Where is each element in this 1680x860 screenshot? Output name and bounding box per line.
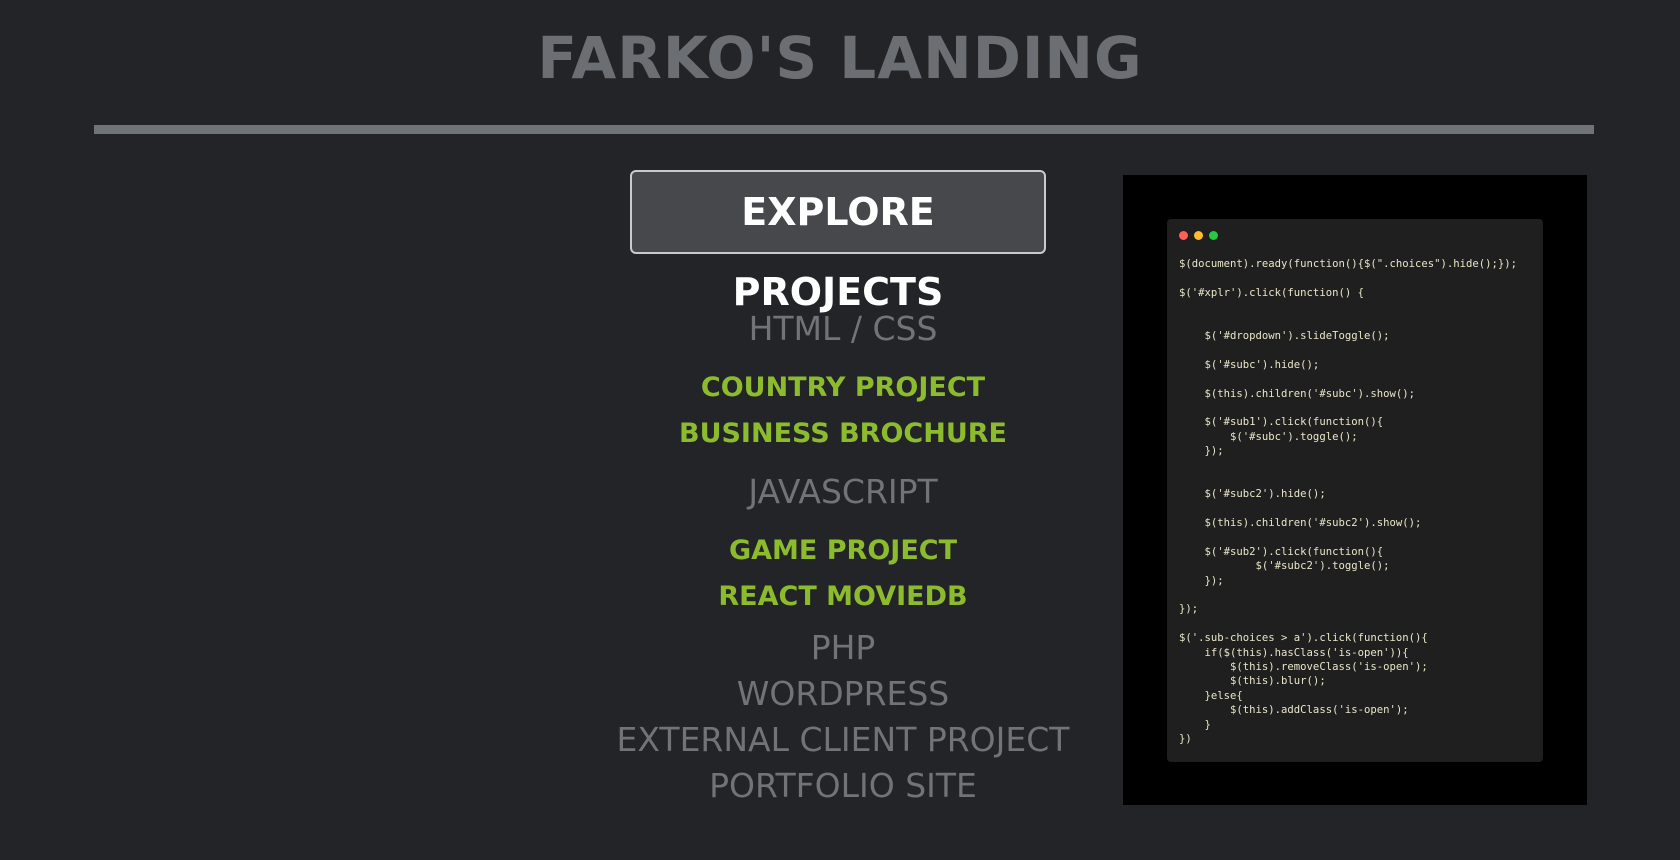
page-title: FARKO'S LANDING bbox=[537, 24, 1143, 92]
link-game-project[interactable]: GAME PROJECT bbox=[583, 531, 1103, 571]
link-business-brochure[interactable]: BUSINESS BROCHURE bbox=[583, 414, 1103, 454]
code-block: $(document).ready(function(){$(".choices… bbox=[1179, 257, 1517, 746]
code-line: }else{ bbox=[1179, 689, 1243, 702]
category-portfolio-site[interactable]: PORTFOLIO SITE bbox=[583, 764, 1103, 808]
code-line: $('#xplr').click(function() { bbox=[1179, 286, 1364, 299]
category-wordpress[interactable]: WORDPRESS bbox=[583, 672, 1103, 716]
code-line: $(this).children('#subc').show(); bbox=[1179, 387, 1416, 400]
code-line: }) bbox=[1179, 732, 1192, 745]
category-html-css: HTML / CSS bbox=[748, 309, 938, 348]
code-line: $('#subc').hide(); bbox=[1179, 358, 1320, 371]
code-line: }); bbox=[1179, 574, 1224, 587]
link-react-moviedb[interactable]: REACT MOVIEDB bbox=[583, 577, 1103, 617]
minimize-dot-icon bbox=[1194, 231, 1203, 240]
close-dot-icon bbox=[1179, 231, 1188, 240]
code-line: $(this).removeClass('is-open'); bbox=[1179, 660, 1428, 673]
code-line: $('#subc2').hide(); bbox=[1179, 488, 1326, 501]
title-divider bbox=[94, 125, 1594, 134]
code-line: } bbox=[1179, 718, 1211, 731]
window-controls bbox=[1179, 231, 1218, 240]
landing-page: FARKO'S LANDING EXPLORE PROJECTS HTML / … bbox=[0, 0, 1680, 860]
category-external-client-project[interactable]: EXTERNAL CLIENT PROJECT bbox=[583, 718, 1103, 762]
category-php[interactable]: PHP bbox=[583, 626, 1103, 670]
code-line: $(this).blur(); bbox=[1179, 675, 1326, 688]
code-line: }); bbox=[1179, 445, 1224, 458]
code-line: $('#subc2').toggle(); bbox=[1179, 560, 1390, 573]
code-line: $(document).ready(function(){$(".choices… bbox=[1179, 258, 1518, 270]
maximize-dot-icon bbox=[1209, 231, 1218, 240]
code-line: if($(this).hasClass('is-open')){ bbox=[1179, 646, 1409, 659]
code-line: $('.sub-choices > a').click(function(){ bbox=[1179, 632, 1428, 645]
code-line: $('#sub2').click(function(){ bbox=[1179, 545, 1384, 558]
category-javascript: JAVASCRIPT bbox=[748, 472, 938, 511]
link-country-project[interactable]: COUNTRY PROJECT bbox=[583, 368, 1103, 408]
code-editor-window: $(document).ready(function(){$(".choices… bbox=[1167, 219, 1543, 762]
explore-projects-button[interactable]: EXPLORE PROJECTS bbox=[630, 170, 1046, 314]
code-line: $(this).children('#subc2').show(); bbox=[1179, 517, 1422, 530]
code-screenshot: $(document).ready(function(){$(".choices… bbox=[1123, 175, 1587, 805]
code-line: $('#dropdown').slideToggle(); bbox=[1179, 329, 1390, 342]
code-line: $(this).addClass('is-open'); bbox=[1179, 704, 1409, 717]
project-menu: EXPLORE PROJECTS HTML / CSS COUNTRY PROJ… bbox=[583, 170, 1103, 805]
code-line: $('#subc').toggle(); bbox=[1179, 430, 1358, 443]
code-line: }); bbox=[1179, 603, 1199, 616]
code-line: $('#sub1').click(function(){ bbox=[1179, 416, 1384, 429]
